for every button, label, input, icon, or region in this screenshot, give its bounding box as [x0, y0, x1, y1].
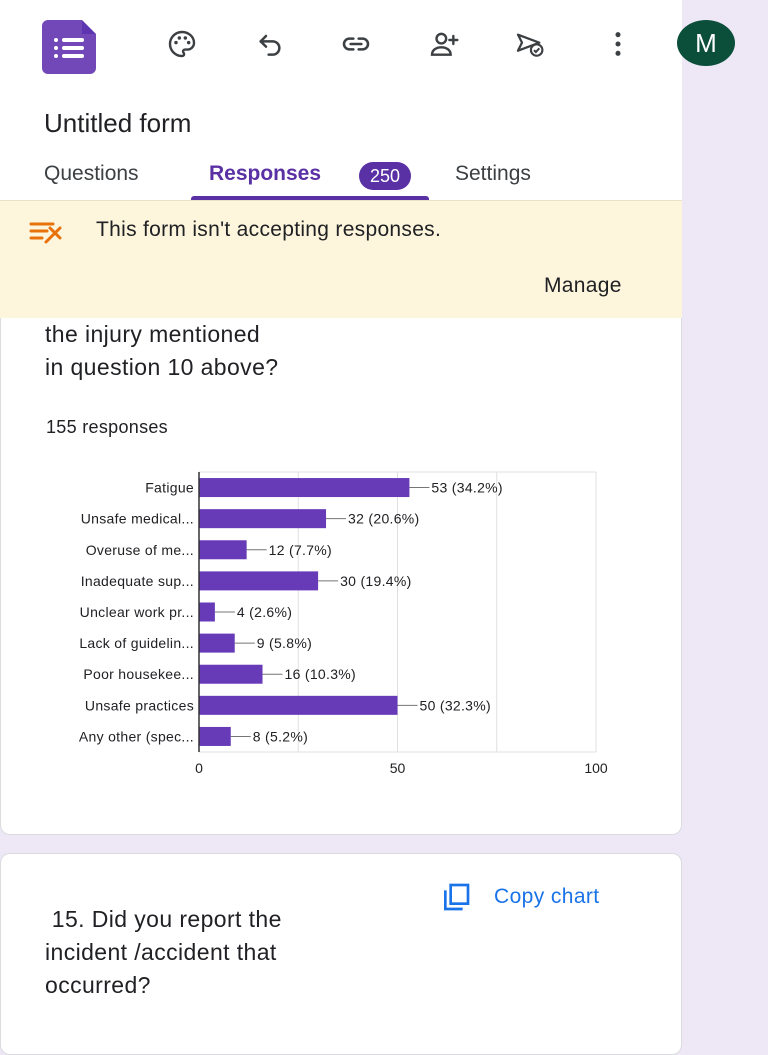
bar — [199, 664, 263, 684]
account-avatar[interactable]: M — [677, 20, 735, 66]
x-tick-label: 0 — [195, 760, 203, 776]
bar — [199, 602, 215, 622]
bar — [199, 571, 319, 591]
bar — [199, 633, 235, 653]
data-label: 32 (20.6%) — [348, 511, 419, 527]
x-tick-label: 100 — [584, 760, 608, 776]
category-label: Inadequate sup... — [81, 573, 194, 589]
data-label: 16 (10.3%) — [285, 666, 356, 682]
category-label: Lack of guidelin... — [79, 635, 194, 651]
data-label: 8 (5.2%) — [253, 728, 308, 744]
responses-count-badge: 250 — [359, 162, 411, 190]
data-label: 53 (34.2%) — [431, 480, 502, 496]
more-vert-icon[interactable] — [598, 26, 638, 62]
question-text-line: occurred? — [45, 972, 151, 998]
category-label: Unclear work pr... — [80, 604, 194, 620]
tab-responses[interactable]: Responses — [209, 162, 321, 186]
bar — [199, 478, 410, 498]
category-label: Overuse of me... — [86, 542, 194, 558]
x-tick-label: 50 — [390, 760, 406, 776]
right-margin — [682, 0, 768, 1024]
question-text-line: incident /accident that — [45, 939, 277, 965]
category-label: Unsafe practices — [85, 697, 194, 713]
link-icon[interactable] — [336, 26, 376, 62]
bar — [199, 509, 327, 529]
question-text-line: the injury mentioned — [45, 321, 261, 347]
copy-chart-label: Copy chart — [494, 885, 600, 908]
question-15-text: 15. Did you report the incident /acciden… — [45, 903, 282, 1002]
question-text-line: 15. Did you report the — [45, 906, 282, 932]
undo-icon[interactable] — [250, 26, 290, 62]
bar-chart: Fatigue 53 (34.2%) Unsafe medical... 32 (20… — [79, 471, 608, 776]
responses-count: 155 responses — [46, 417, 168, 437]
data-label: 9 (5.8%) — [257, 635, 312, 651]
question-text-line: in question 10 above? — [45, 354, 279, 380]
bar — [199, 540, 247, 560]
banner-message: This form isn't accepting responses. — [96, 218, 442, 241]
data-label: 30 (19.4%) — [340, 573, 411, 589]
manage-button[interactable]: Manage — [544, 274, 622, 298]
data-label: 50 (32.3%) — [420, 697, 491, 713]
send-icon[interactable] — [510, 26, 550, 62]
category-label: Fatigue — [145, 480, 194, 496]
bar — [199, 695, 398, 715]
category-label: Any other (spec... — [79, 728, 194, 744]
data-label: 12 (7.7%) — [269, 542, 332, 558]
add-collaborator-icon[interactable] — [424, 26, 464, 62]
tab-settings[interactable]: Settings — [455, 162, 531, 186]
tab-questions[interactable]: Questions — [44, 162, 139, 186]
responses-off-icon — [28, 218, 68, 250]
bar — [199, 726, 231, 746]
copy-chart-button[interactable]: Copy chart — [440, 880, 600, 914]
palette-icon[interactable] — [162, 26, 202, 62]
data-label: 4 (2.6%) — [237, 604, 292, 620]
google-forms-logo-icon[interactable] — [42, 20, 96, 74]
form-title[interactable]: Untitled form — [44, 108, 191, 139]
category-label: Poor housekee... — [83, 666, 194, 682]
copy-icon — [444, 883, 470, 911]
category-label: Unsafe medical... — [81, 511, 194, 527]
